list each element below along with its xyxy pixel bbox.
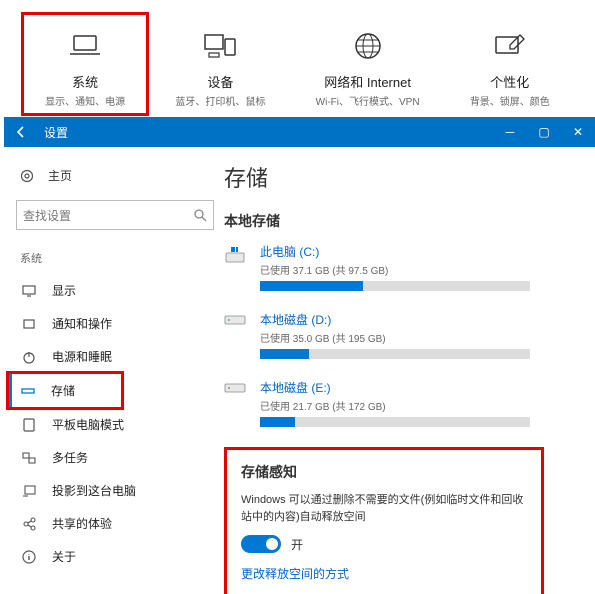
sidebar-item-label: 电源和睡眠 — [52, 348, 112, 365]
sidebar-item-label: 投影到这台电脑 — [52, 482, 136, 499]
sidebar-item-tablet[interactable]: 平板电脑模式 — [10, 408, 224, 441]
sidebar-item-about[interactable]: 关于 — [10, 540, 224, 573]
search-placeholder: 查找设置 — [23, 207, 71, 224]
drive-d[interactable]: 本地磁盘 (D:) 已使用 35.0 GB (共 195 GB) — [224, 311, 571, 359]
tablet-icon — [20, 418, 38, 432]
category-network[interactable]: 网络和 Internet Wi-Fi、飞行模式、VPN — [316, 28, 420, 108]
sidebar-item-label: 通知和操作 — [52, 315, 112, 332]
category-devices[interactable]: 设备 蓝牙、打印机、鼠标 — [175, 28, 265, 108]
settings-categories: 系统 显示、通知、电源 设备 蓝牙、打印机、鼠标 网络和 Internet Wi… — [0, 0, 595, 124]
home-label: 主页 — [48, 167, 72, 184]
drive-e[interactable]: 本地磁盘 (E:) 已使用 21.7 GB (共 172 GB) — [224, 379, 571, 427]
local-storage-heading: 本地存储 — [224, 211, 571, 231]
devices-icon — [175, 28, 265, 64]
sidebar-section-label: 系统 — [10, 246, 224, 274]
storage-sense-description: Windows 可以通过删除不需要的文件(例如临时文件和回收站中的内容)自动释放… — [241, 492, 527, 525]
sidebar-home[interactable]: 主页 — [10, 161, 224, 190]
sidebar-item-label: 关于 — [52, 548, 76, 565]
category-sub: Wi-Fi、飞行模式、VPN — [316, 93, 420, 108]
drive-usage: 已使用 37.1 GB (共 97.5 GB) — [260, 262, 530, 277]
sidebar-item-power[interactable]: 电源和睡眠 — [10, 340, 224, 373]
category-sub: 背景、锁屏、颜色 — [470, 93, 550, 108]
search-input[interactable]: 查找设置 — [16, 200, 214, 230]
drive-name: 本地磁盘 (E:) — [260, 379, 530, 396]
sidebar-item-shared[interactable]: 共享的体验 — [10, 507, 224, 540]
power-icon — [20, 350, 38, 364]
hdd-icon — [224, 311, 250, 327]
storage-sense-heading: 存储感知 — [241, 462, 527, 482]
usage-bar — [260, 349, 530, 359]
search-icon — [193, 208, 207, 222]
notifications-icon — [20, 318, 38, 330]
storage-sense-toggle[interactable]: 开 — [241, 535, 527, 553]
settings-window: 设置 ─ ▢ ✕ 主页 查找设置 系统 显示 — [4, 117, 595, 594]
drive-name: 此电脑 (C:) — [260, 243, 530, 260]
page-title: 存储 — [224, 161, 571, 193]
sidebar-item-project[interactable]: 投影到这台电脑 — [10, 474, 224, 507]
category-title: 网络和 Internet — [316, 72, 420, 91]
storage-icon — [19, 386, 37, 396]
globe-icon — [316, 28, 420, 64]
sidebar-item-storage[interactable]: 存储 — [9, 374, 121, 407]
storage-sense-section: 存储感知 Windows 可以通过删除不需要的文件(例如临时文件和回收站中的内容… — [224, 447, 544, 594]
drive-c[interactable]: 此电脑 (C:) 已使用 37.1 GB (共 97.5 GB) — [224, 243, 571, 291]
titlebar: 设置 ─ ▢ ✕ — [4, 117, 595, 147]
window-title: 设置 — [38, 124, 493, 141]
hdd-icon — [224, 379, 250, 395]
toggle-label: 开 — [291, 536, 303, 553]
category-title: 个性化 — [470, 72, 550, 91]
category-sub: 蓝牙、打印机、鼠标 — [175, 93, 265, 108]
category-title: 设备 — [175, 72, 265, 91]
minimize-button[interactable]: ─ — [493, 117, 527, 147]
multitask-icon — [20, 452, 38, 464]
project-icon — [20, 485, 38, 497]
change-free-space-link[interactable]: 更改释放空间的方式 — [241, 565, 527, 582]
drive-usage: 已使用 21.7 GB (共 172 GB) — [260, 398, 530, 413]
usage-bar — [260, 281, 530, 291]
about-icon — [20, 550, 38, 564]
drive-name: 本地磁盘 (D:) — [260, 311, 530, 328]
sidebar-item-display[interactable]: 显示 — [10, 274, 224, 307]
close-button[interactable]: ✕ — [561, 117, 595, 147]
usage-bar — [260, 417, 530, 427]
sidebar-item-label: 共享的体验 — [52, 515, 112, 532]
sidebar-item-label: 显示 — [52, 282, 76, 299]
share-icon — [20, 517, 38, 531]
sidebar-item-label: 平板电脑模式 — [52, 416, 124, 433]
sidebar-item-multitask[interactable]: 多任务 — [10, 441, 224, 474]
category-system[interactable]: 系统 显示、通知、电源 — [45, 28, 125, 108]
sidebar: 主页 查找设置 系统 显示 通知和操作 电源和睡眠 — [4, 147, 224, 594]
gear-icon — [20, 169, 36, 183]
maximize-button[interactable]: ▢ — [527, 117, 561, 147]
category-personalization[interactable]: 个性化 背景、锁屏、颜色 — [470, 28, 550, 108]
sidebar-item-label: 存储 — [51, 382, 75, 399]
display-icon — [20, 285, 38, 297]
sidebar-item-notifications[interactable]: 通知和操作 — [10, 307, 224, 340]
drive-usage: 已使用 35.0 GB (共 195 GB) — [260, 330, 530, 345]
sidebar-item-label: 多任务 — [52, 449, 88, 466]
personalize-icon — [470, 28, 550, 64]
main-pane: 存储 本地存储 此电脑 (C:) 已使用 37.1 GB (共 97.5 GB)… — [224, 147, 595, 594]
back-button[interactable] — [4, 117, 38, 147]
c-drive-icon — [224, 243, 250, 265]
